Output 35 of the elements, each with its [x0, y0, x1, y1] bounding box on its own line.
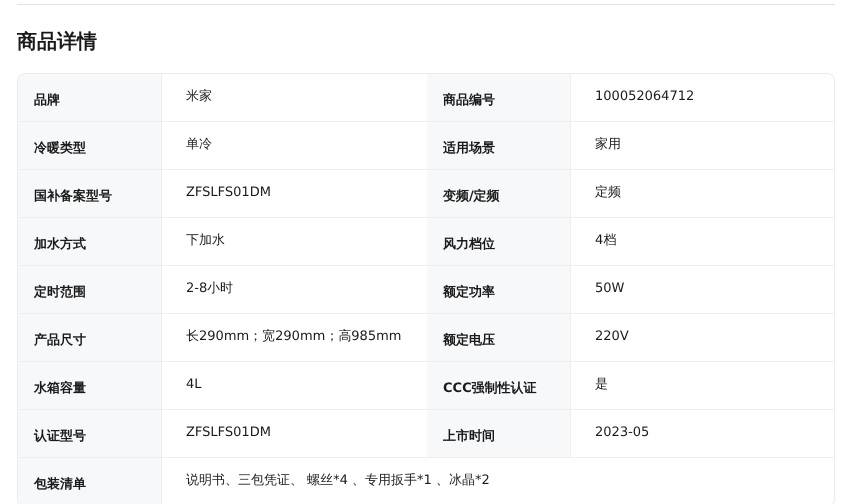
spec-label: 上市时间 [443, 428, 495, 444]
spec-value: 是 [595, 376, 608, 393]
spec-value: 2-8小时 [186, 280, 234, 297]
spec-value: 定频 [595, 184, 621, 201]
spec-value: 单冷 [186, 136, 212, 153]
spec-value: 4L [186, 376, 202, 393]
spec-label: 商品编号 [443, 92, 495, 108]
spec-label: 额定电压 [443, 332, 495, 348]
spec-value: ZFSLFS01DM [186, 184, 271, 201]
spec-label: 品牌 [34, 92, 60, 108]
spec-value: 米家 [186, 88, 212, 105]
spec-value: 2023-05 [595, 424, 650, 441]
spec-label: 冷暖类型 [34, 140, 86, 156]
spec-label: 认证型号 [34, 428, 86, 444]
spec-label: 定时范围 [34, 284, 86, 300]
spec-label: 产品尺寸 [34, 332, 86, 348]
spec-value: 说明书、三包凭证、 螺丝*4 、专用扳手*1 、冰晶*2 [186, 472, 490, 489]
spec-label: 额定功率 [443, 284, 495, 300]
spec-label: 包装清单 [34, 476, 86, 492]
spec-label: 风力档位 [443, 236, 495, 252]
spec-label: 变频/定频 [443, 188, 500, 204]
spec-value: 50W [595, 280, 624, 297]
spec-value: 4档 [595, 232, 616, 249]
spec-value: 220V [595, 328, 629, 345]
spec-value: 家用 [595, 136, 621, 153]
section-title: 商品详情 [17, 28, 98, 55]
spec-value: 下加水 [186, 232, 225, 249]
spec-label: CCC强制性认证 [443, 380, 537, 396]
spec-label: 水箱容量 [34, 380, 86, 396]
spec-value: ZFSLFS01DM [186, 424, 271, 441]
spec-value: 长290mm；宽290mm；高985mm [186, 328, 402, 345]
spec-label: 适用场景 [443, 140, 495, 156]
spec-label: 国补备案型号 [34, 188, 112, 204]
spec-value: 100052064712 [595, 88, 694, 105]
spec-label: 加水方式 [34, 236, 86, 252]
